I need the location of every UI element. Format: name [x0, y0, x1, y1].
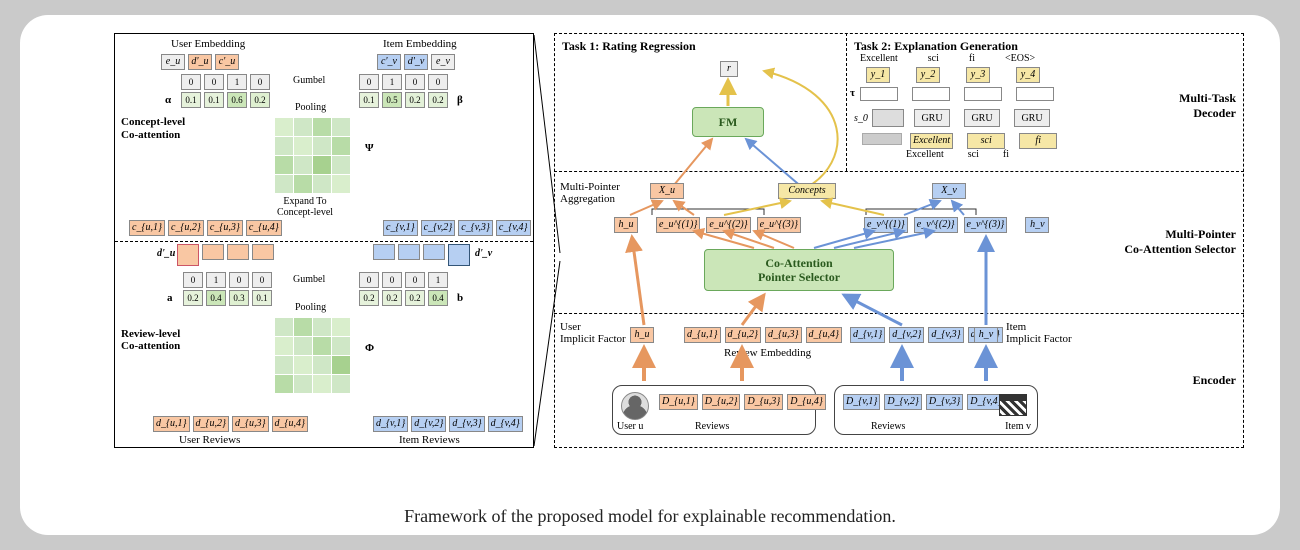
dpu-token: d'_u — [188, 54, 212, 70]
decoder-in-labels: Excellent sci fi — [906, 149, 1009, 160]
psi-matrix — [275, 118, 350, 193]
diagram-container: Concept-level Co-attention User Embeddin… — [44, 33, 1256, 495]
expand-label: Expand To Concept-level — [277, 196, 333, 218]
task1-arrows — [554, 33, 854, 183]
left-coattention-panel: Concept-level Co-attention User Embeddin… — [114, 33, 534, 448]
gumbel-label-bottom: Gumbel — [293, 274, 325, 285]
gru-1: GRU — [914, 109, 950, 127]
user-embedding-label: User Embedding — [171, 38, 245, 50]
s0-label: s_0 — [854, 113, 868, 124]
review-level-half: Review-level Co-attention d'_u d'_v 0 1 … — [115, 241, 533, 448]
item-embedding-tokens: c'_v d'_v e_v — [377, 54, 455, 70]
ev-token: e_v — [431, 54, 455, 70]
concept-level-half: Concept-level Co-attention User Embeddin… — [115, 34, 533, 241]
Dv-tokens: D_{v,1} D_{v,2} D_{v,3} D_{v,4} — [843, 394, 1005, 410]
user-embedding-tokens: e_u d'_u c'_u — [161, 54, 239, 70]
s0-box — [872, 109, 904, 127]
task2-title: Task 2: Explanation Generation — [854, 39, 1018, 54]
dpv-token: d'_v — [404, 54, 428, 70]
pooling-label-top: Pooling — [295, 102, 326, 113]
a-onehot: 0 1 0 0 — [183, 272, 272, 288]
Du-tokens: D_{u,1} D_{u,2} D_{u,3} D_{u,4} — [659, 394, 826, 410]
a-values: 0.2 0.4 0.3 0.1 — [183, 290, 272, 306]
beta-symbol: β — [457, 94, 463, 106]
encoder-to-selector-arrows — [554, 233, 1074, 328]
right-framework: Task 1: Rating Regression Task 2: Explan… — [554, 33, 1244, 448]
item-v-label: Item v — [1005, 421, 1031, 432]
alpha-onehot: 0 0 1 0 — [181, 74, 270, 90]
cpu-token: c'_u — [215, 54, 239, 70]
gumbel-label-top: Gumbel — [293, 75, 325, 86]
item-embedding-label: Item Embedding — [383, 38, 457, 50]
user-reviews-word: Reviews — [695, 421, 729, 432]
item-reviews-label: Item Reviews — [399, 434, 460, 446]
user-reviews-label: User Reviews — [179, 434, 240, 446]
gru-3: GRU — [1014, 109, 1050, 127]
encoder-side-title: Encoder — [1193, 373, 1236, 388]
cpv-token: c'_v — [377, 54, 401, 70]
phi-symbol: Φ — [365, 342, 374, 354]
decoder-in-tokens: Excellent sci fi — [910, 133, 1057, 149]
alpha-values: 0.1 0.1 0.6 0.2 — [181, 92, 270, 108]
pooling-label-bottom: Pooling — [295, 302, 326, 313]
selector-side-title: Multi-Pointer Co-Attention Selector — [1124, 227, 1236, 257]
tau-symbol: τ — [850, 87, 855, 99]
figure-card: Concept-level Co-attention User Embeddin… — [20, 15, 1280, 535]
decoder-out-labels: Excellent sci fi <EOS> — [860, 53, 1035, 64]
review-level-title: Review-level Co-attention — [121, 328, 180, 353]
b-onehot: 0 0 0 1 — [359, 272, 448, 288]
b-symbol: b — [457, 292, 463, 304]
user-prime-squares — [177, 244, 274, 266]
cv-tokens: c_{v,1} c_{v,2} c_{v,3} c_{v,4} — [383, 220, 531, 236]
item-reviews-word: Reviews — [871, 421, 905, 432]
du-tokens: d_{u,1} d_{u,2} d_{u,3} d_{u,4} — [153, 416, 308, 432]
eu-token: e_u — [161, 54, 185, 70]
beta-onehot: 0 1 0 0 — [359, 74, 448, 90]
beta-values: 0.1 0.5 0.2 0.2 — [359, 92, 448, 108]
psi-symbol: Ψ — [365, 142, 374, 154]
alpha-symbol: α — [165, 94, 171, 106]
user-icon — [621, 392, 649, 420]
a-symbol: a — [167, 292, 173, 304]
b-values: 0.2 0.2 0.2 0.4 — [359, 290, 448, 306]
dpu-label-bottom: d'_u — [157, 248, 175, 259]
user-u-label: User u — [617, 421, 643, 432]
dpv-label-bottom: d'_v — [475, 248, 492, 259]
y-tokens: y_1 y_2 y_3 y_4 — [866, 67, 1040, 83]
clapperboard-icon — [999, 394, 1027, 416]
user-input-box: D_{u,1} D_{u,2} D_{u,3} D_{u,4} User u R… — [612, 385, 816, 435]
figure-caption: Framework of the proposed model for expl… — [20, 506, 1280, 527]
decoder-start-bars — [862, 133, 902, 145]
dv-tokens: d_{v,1} d_{v,2} d_{v,3} d_{v,4} — [373, 416, 523, 432]
cu-tokens: c_{u,1} c_{u,2} c_{u,3} c_{u,4} — [129, 220, 282, 236]
item-input-box: D_{v,1} D_{v,2} D_{v,3} D_{v,4} Reviews … — [834, 385, 1038, 435]
gru-2: GRU — [964, 109, 1000, 127]
concept-level-title: Concept-level Co-attention — [121, 116, 185, 141]
decoder-mlps — [860, 87, 1054, 101]
phi-matrix — [275, 318, 350, 393]
decoder-side-title: Multi-Task Decoder — [1179, 91, 1236, 121]
item-prime-squares — [373, 244, 470, 266]
